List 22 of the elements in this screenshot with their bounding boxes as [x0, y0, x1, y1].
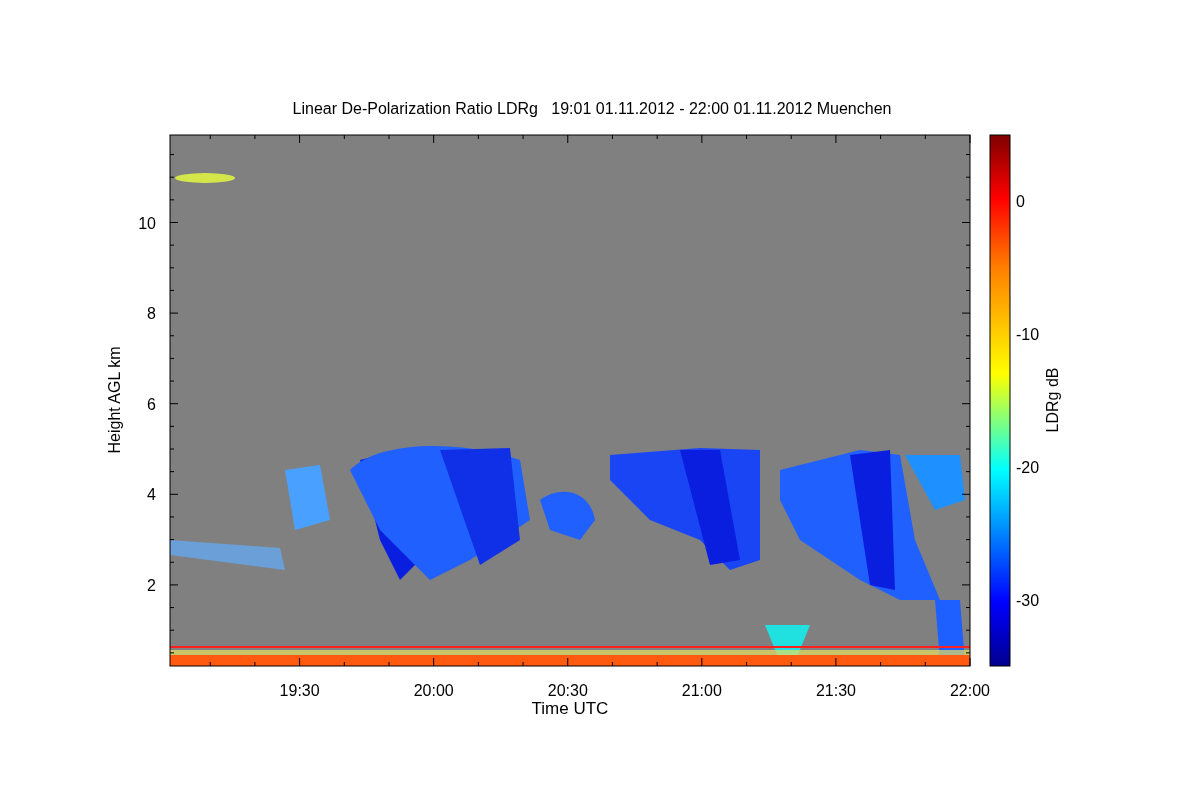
y-tick-label: 2: [147, 576, 156, 594]
y-tick-label: 6: [147, 395, 156, 413]
x-tick-label: 22:00: [950, 682, 990, 699]
cloud-echo: [540, 491, 595, 540]
x-tick-label: 20:30: [547, 682, 588, 699]
colorbar-tick-label: -30: [1016, 592, 1040, 609]
colorbar-label: LDRg dB: [1044, 367, 1061, 433]
y-tick-label: 10: [138, 214, 156, 232]
colorbar-tick-label: -10: [1016, 326, 1040, 343]
cloud-echo: [285, 465, 330, 530]
colorbar-tick-label: -20: [1016, 459, 1040, 476]
x-tick-label: 19:30: [279, 682, 320, 699]
x-tick-label: 20:00: [413, 682, 454, 699]
x-tick-label: 21:00: [681, 682, 722, 699]
x-tick-label: 21:30: [815, 682, 856, 699]
y-axis-label: Height AGL km: [106, 346, 123, 454]
chart-title: Linear De-Polarization Ratio LDRg 19:01 01.11.2012 - 22:00 01.11.2012 Muenchen: [292, 100, 892, 117]
y-tick-label: 4: [147, 486, 156, 504]
y-tick-label: 8: [147, 305, 156, 323]
colorbar-tick-label: 0: [1016, 193, 1025, 210]
cloud-echo: [175, 173, 235, 183]
x-axis-label: Time UTC: [531, 699, 609, 718]
